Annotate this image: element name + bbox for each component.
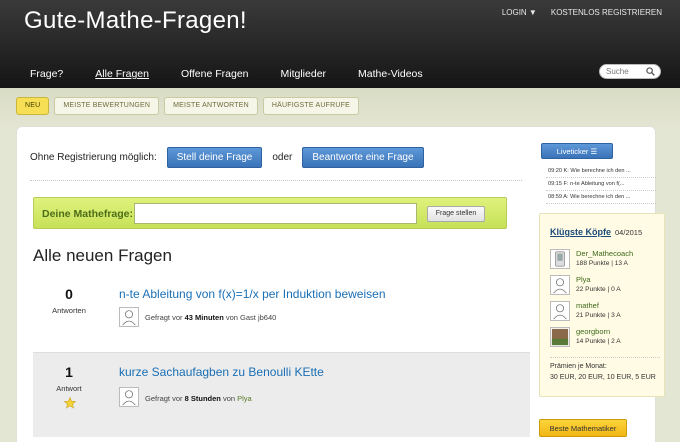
top-user-score: 14 Punkte | 2 A	[576, 338, 621, 345]
top-user-name[interactable]: Plya	[576, 275, 591, 284]
avatar[interactable]	[550, 327, 570, 347]
top-user-name[interactable]: georgborn	[576, 327, 610, 336]
ticker-item[interactable]: 09:20 K: Wie berechne ich den ...	[548, 168, 658, 174]
question-item: 1 Antwort kurze Sachaufagben zu Benoulli…	[33, 352, 530, 437]
liveticker-button[interactable]: Liveticker ☰	[541, 143, 613, 159]
top-user-score: 22 Punkte | 0 A	[576, 286, 621, 293]
search-icon[interactable]	[646, 67, 655, 76]
top-user-score: 188 Punkte | 13 A	[576, 260, 628, 267]
sort-tabs: NEU MEISTE BEWERTUNGEN MEISTE ANTWORTEN …	[16, 97, 359, 115]
site-header: Gute-Mathe-Fragen! LOGIN ▼ KOSTENLOS REG…	[0, 0, 680, 88]
question-input[interactable]	[134, 203, 417, 224]
ask-label: Deine Mathefrage:	[42, 208, 134, 220]
meta-mid: von	[223, 313, 241, 322]
avatar[interactable]	[550, 275, 570, 295]
divider	[550, 357, 660, 358]
promo-or: oder	[272, 152, 293, 163]
top-user-row: georgborn 14 Punkte | 2 A	[550, 327, 660, 351]
promo-bar: Ohne Registrierung möglich: Stell deine …	[30, 147, 424, 168]
page-title: Alle neuen Fragen	[33, 246, 172, 265]
meta-user-link[interactable]: Plya	[237, 394, 252, 403]
divider	[30, 180, 522, 181]
main-nav: Frage? Alle Fragen Offene Fragen Mitglie…	[30, 68, 455, 80]
search-input[interactable]: Suche	[599, 64, 661, 79]
question-meta: Gefragt vor 8 Stunden von Plya	[145, 394, 252, 403]
tab-meiste-bewertungen[interactable]: MEISTE BEWERTUNGEN	[54, 97, 160, 115]
top-users-box: Klügste Köpfe 04/2015 Der_Mathecoach 188 …	[539, 213, 665, 397]
tab-haeufigste-aufrufe[interactable]: HÄUFIGSTE AUFRUFE	[262, 97, 359, 115]
answer-count: 0	[65, 286, 73, 302]
meta-time: 8 Stunden	[184, 394, 221, 403]
promo-text: Ohne Registrierung möglich:	[30, 152, 157, 163]
top-links: LOGIN ▼ KOSTENLOS REGISTRIEREN	[502, 8, 662, 17]
prize-values: 30 EUR, 20 EUR, 10 EUR, 5 EUR	[550, 374, 656, 381]
nav-item-mathe-videos[interactable]: Mathe-Videos	[358, 68, 423, 80]
top-user-name[interactable]: mathef	[576, 301, 599, 310]
ticker-item[interactable]: 09:15 F: n-te Ableitung von f(...	[548, 181, 658, 187]
tab-neu[interactable]: NEU	[16, 97, 50, 115]
meta-mid: von	[220, 394, 238, 403]
ticker-item[interactable]: 08:59 A: Wie berechne ich den ...	[548, 194, 658, 200]
prize-title: Prämien je Monat:	[550, 363, 607, 370]
question-title-link[interactable]: kurze Sachaufagben zu Benoulli KEtte	[119, 365, 324, 379]
search-placeholder: Suche	[606, 67, 629, 76]
question-meta: Gefragt vor 43 Minuten von Gast jb640	[145, 313, 276, 322]
avatar[interactable]	[119, 387, 139, 407]
top-user-row: Plya 22 Punkte | 0 A	[550, 275, 660, 299]
divider	[546, 190, 656, 191]
meta-prefix: Gefragt vor	[145, 313, 185, 322]
answer-question-button[interactable]: Beantworte eine Frage	[302, 147, 424, 168]
divider	[546, 177, 656, 178]
meta-prefix: Gefragt vor	[145, 394, 185, 403]
answer-count-label: Antworten	[52, 306, 86, 315]
divider	[546, 203, 656, 204]
top-users-heading: Klügste Köpfe 04/2015	[550, 227, 642, 237]
top-user-row: Der_Mathecoach 188 Punkte | 13 A	[550, 249, 660, 273]
ask-question-button[interactable]: Stell deine Frage	[166, 147, 263, 168]
avatar[interactable]	[550, 301, 570, 321]
answer-count: 1	[65, 364, 73, 380]
avatar[interactable]	[550, 249, 570, 269]
question-item: 0 Antworten n-te Ableitung von f(x)=1/x …	[33, 275, 530, 360]
site-title[interactable]: Gute-Mathe-Fragen!	[24, 7, 247, 35]
meta-user: Gast jb640	[240, 313, 277, 322]
nav-item-frage[interactable]: Frage?	[30, 68, 63, 80]
top-user-score: 21 Punkte | 3 A	[576, 312, 621, 319]
top-users-month: 04/2015	[615, 228, 643, 237]
top-user-row: mathef 21 Punkte | 3 A	[550, 301, 660, 325]
login-link[interactable]: LOGIN ▼	[502, 8, 537, 17]
avatar[interactable]	[119, 307, 139, 327]
ask-question-bar: Deine Mathefrage: Frage stellen	[33, 197, 507, 229]
meta-time: 43 Minuten	[184, 313, 224, 322]
question-title-link[interactable]: n-te Ableitung von f(x)=1/x per Induktio…	[119, 287, 386, 301]
top-users-title-link[interactable]: Klügste Köpfe	[550, 227, 611, 237]
submit-question-button[interactable]: Frage stellen	[427, 206, 485, 222]
nav-item-mitglieder[interactable]: Mitglieder	[281, 68, 327, 80]
answer-count-label: Antwort	[56, 384, 82, 393]
tab-meiste-antworten[interactable]: MEISTE ANTWORTEN	[164, 97, 258, 115]
top-user-name[interactable]: Der_Mathecoach	[576, 249, 633, 258]
nav-item-alle-fragen[interactable]: Alle Fragen	[95, 68, 149, 80]
star-icon	[64, 397, 76, 409]
best-mathematicians-button[interactable]: Beste Mathematiker	[539, 419, 627, 437]
register-link[interactable]: KOSTENLOS REGISTRIEREN	[551, 8, 662, 17]
nav-item-offene-fragen[interactable]: Offene Fragen	[181, 68, 249, 80]
